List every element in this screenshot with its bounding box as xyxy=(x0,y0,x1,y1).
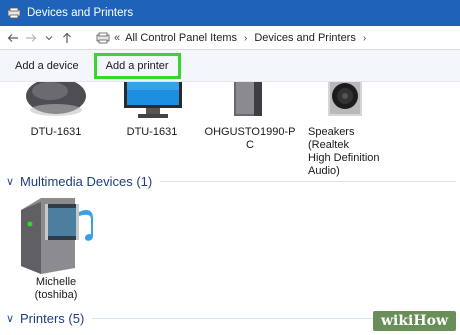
chevron-right-icon[interactable]: › xyxy=(363,33,366,44)
back-button[interactable] xyxy=(4,28,22,48)
watermark-suffix: How xyxy=(413,313,448,329)
group-header-multimedia[interactable]: ∨ Multimedia Devices (1) xyxy=(6,174,456,189)
group-title: Multimedia Devices (1) xyxy=(20,174,153,189)
monitor-icon xyxy=(124,82,182,118)
title-bar: Devices and Printers xyxy=(0,0,460,26)
command-bar: Add a device Add a printer xyxy=(0,50,460,82)
window-title: Devices and Printers xyxy=(27,7,134,19)
speaker-icon xyxy=(328,82,362,116)
devices-list: DTU-1631 DTU-1631 OHGUSTO1990-P C Speake… xyxy=(0,82,460,335)
navigation-bar: « All Control Panel Items › Devices and … xyxy=(0,26,460,50)
device-item[interactable]: Michelle (toshiba) xyxy=(12,194,100,302)
device-label: OHGUSTO1990-P C xyxy=(204,126,296,151)
address-bar[interactable]: « All Control Panel Items › Devices and … xyxy=(96,28,460,48)
arrow-right-icon xyxy=(26,33,37,42)
chevron-right-icon[interactable]: › xyxy=(244,33,247,44)
arrow-up-icon xyxy=(63,32,71,43)
watermark-prefix: wiki xyxy=(380,313,414,329)
computer-tower-icon xyxy=(234,82,262,116)
group-divider xyxy=(160,181,456,182)
group-title: Printers (5) xyxy=(20,311,85,326)
device-item[interactable]: OHGUSTO1990-P C xyxy=(202,82,298,152)
device-label: DTU-1631 xyxy=(126,126,178,138)
devices-printers-icon xyxy=(7,7,21,19)
arrow-left-icon xyxy=(7,33,18,42)
breadcrumb-all-control-panel-items[interactable]: All Control Panel Items xyxy=(125,32,237,44)
wikihow-watermark: wikiHow xyxy=(372,311,456,331)
up-button[interactable] xyxy=(58,28,76,48)
device-label: Speakers (Realtek High Definition Audio) xyxy=(308,126,380,177)
add-printer-button[interactable]: Add a printer xyxy=(93,52,181,79)
chevron-down-icon[interactable]: ∨ xyxy=(6,175,20,188)
device-item[interactable]: DTU-1631 xyxy=(104,82,200,139)
add-device-button[interactable]: Add a device xyxy=(8,55,86,77)
breadcrumb-devices-and-printers[interactable]: Devices and Printers xyxy=(254,32,356,44)
device-label: Michelle (toshiba) xyxy=(34,276,78,301)
chevron-down-icon[interactable]: ∨ xyxy=(6,312,20,325)
device-item[interactable]: Speakers (Realtek High Definition Audio) xyxy=(296,82,396,178)
overflow-crumbs[interactable]: « xyxy=(114,32,120,44)
device-label: DTU-1631 xyxy=(30,126,82,138)
media-server-icon xyxy=(21,198,93,274)
mouse-icon xyxy=(26,82,86,116)
forward-button[interactable] xyxy=(22,28,40,48)
recent-locations-button[interactable] xyxy=(40,28,58,48)
chevron-down-icon xyxy=(45,35,53,40)
device-item[interactable]: DTU-1631 xyxy=(8,82,104,139)
control-panel-icon xyxy=(96,32,110,44)
